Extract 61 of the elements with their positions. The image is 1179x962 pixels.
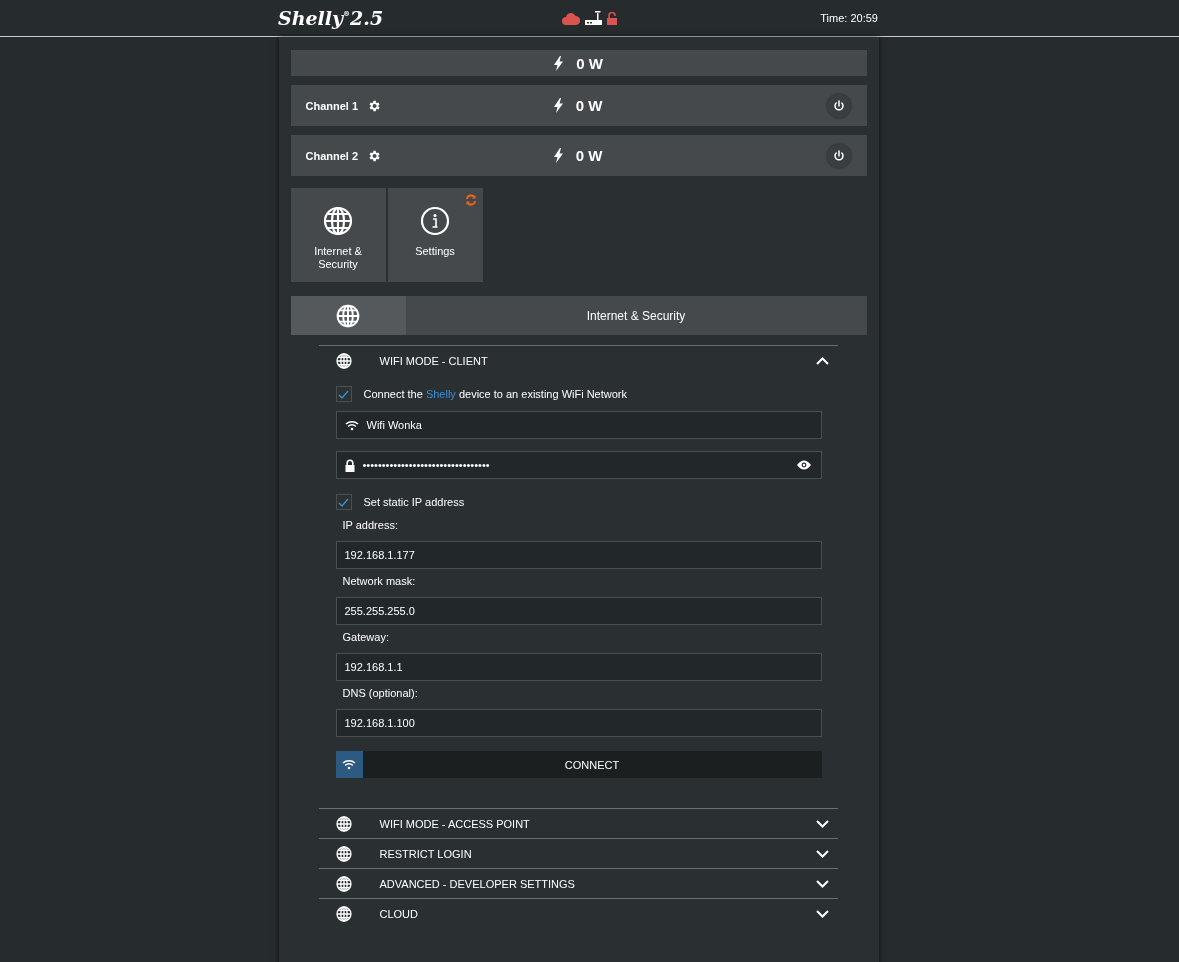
refresh-icon <box>464 194 477 206</box>
logo: Shelly$^{®}$2.5 <box>278 7 384 29</box>
channel-name: Channel 2 <box>305 149 359 162</box>
channel-name: Channel 1 <box>305 99 359 112</box>
globe-icon <box>335 905 352 922</box>
lightning-icon <box>553 148 563 163</box>
field-label: DNS (optional): <box>342 687 419 701</box>
checkbox[interactable] <box>335 386 352 402</box>
checkbox-label: Set static IP address <box>363 496 465 508</box>
power-reading: 0 W <box>575 97 603 114</box>
power-button[interactable] <box>826 143 851 168</box>
field-label: IP address: <box>342 519 399 533</box>
gear-icon[interactable] <box>367 98 382 113</box>
wifi-icon <box>342 759 356 770</box>
input-field[interactable]: 192.168.1.1 <box>335 653 822 681</box>
globe-icon <box>336 303 360 328</box>
power-icon <box>832 149 845 162</box>
globe-icon <box>323 206 353 236</box>
field-label: Gateway: <box>342 631 390 645</box>
menu-tile[interactable]: Internet & Security <box>290 188 386 282</box>
globe-icon <box>335 875 352 892</box>
accordion-header[interactable]: WIFI MODE - CLIENT <box>318 346 838 375</box>
chevron-up-icon <box>815 356 829 365</box>
input-field[interactable]: 192.168.1.177 <box>335 541 822 569</box>
accordion-header[interactable]: ADVANCED - DEVELOPER SETTINGS <box>318 869 838 898</box>
power-reading: 0 W <box>576 54 603 72</box>
lightning-icon <box>554 55 564 71</box>
lightning-icon <box>553 98 563 113</box>
checkbox[interactable] <box>335 494 352 510</box>
lock-icon <box>344 458 355 472</box>
chevron-down-icon <box>815 909 829 918</box>
chevron-down-icon <box>815 819 829 828</box>
power-icon <box>832 99 845 112</box>
cloud-icon <box>562 13 580 25</box>
password-field[interactable]: ••••••••••••••••••••••••••••••••• <box>335 451 822 479</box>
section-title: Internet & Security <box>585 307 687 325</box>
accordion-header[interactable]: RESTRICT LOGIN <box>318 839 838 868</box>
globe-icon <box>335 815 352 832</box>
globe-icon <box>335 352 352 369</box>
unlocked-padlock-icon <box>607 12 617 25</box>
globe-icon <box>335 845 352 862</box>
wifi-icon <box>344 419 359 431</box>
accordion-header[interactable]: CLOUD <box>318 899 838 928</box>
menu-tile[interactable]: Settings <box>387 188 483 282</box>
shelly-link[interactable]: Shelly <box>425 388 456 400</box>
input-field[interactable]: 192.168.1.100 <box>335 709 822 737</box>
connect-button[interactable]: CONNECT <box>335 751 822 778</box>
chevron-down-icon <box>815 879 829 888</box>
accordion-header[interactable]: WIFI MODE - ACCESS POINT <box>318 809 838 838</box>
clock-text: Time: 20:59 <box>820 12 878 24</box>
info-icon <box>420 206 450 236</box>
power-button[interactable] <box>826 93 851 118</box>
ssid-field[interactable]: Wifi Wonka <box>335 411 822 439</box>
gear-icon[interactable] <box>367 148 382 163</box>
input-field[interactable]: 255.255.255.0 <box>335 597 822 625</box>
eye-icon[interactable] <box>796 460 811 470</box>
router-icon <box>585 11 602 25</box>
chevron-down-icon <box>815 849 829 858</box>
field-label: Network mask: <box>342 575 417 589</box>
power-reading: 0 W <box>575 147 603 164</box>
checkbox-label: Connect the Shelly device to an existing WiFi Network <box>363 388 627 400</box>
